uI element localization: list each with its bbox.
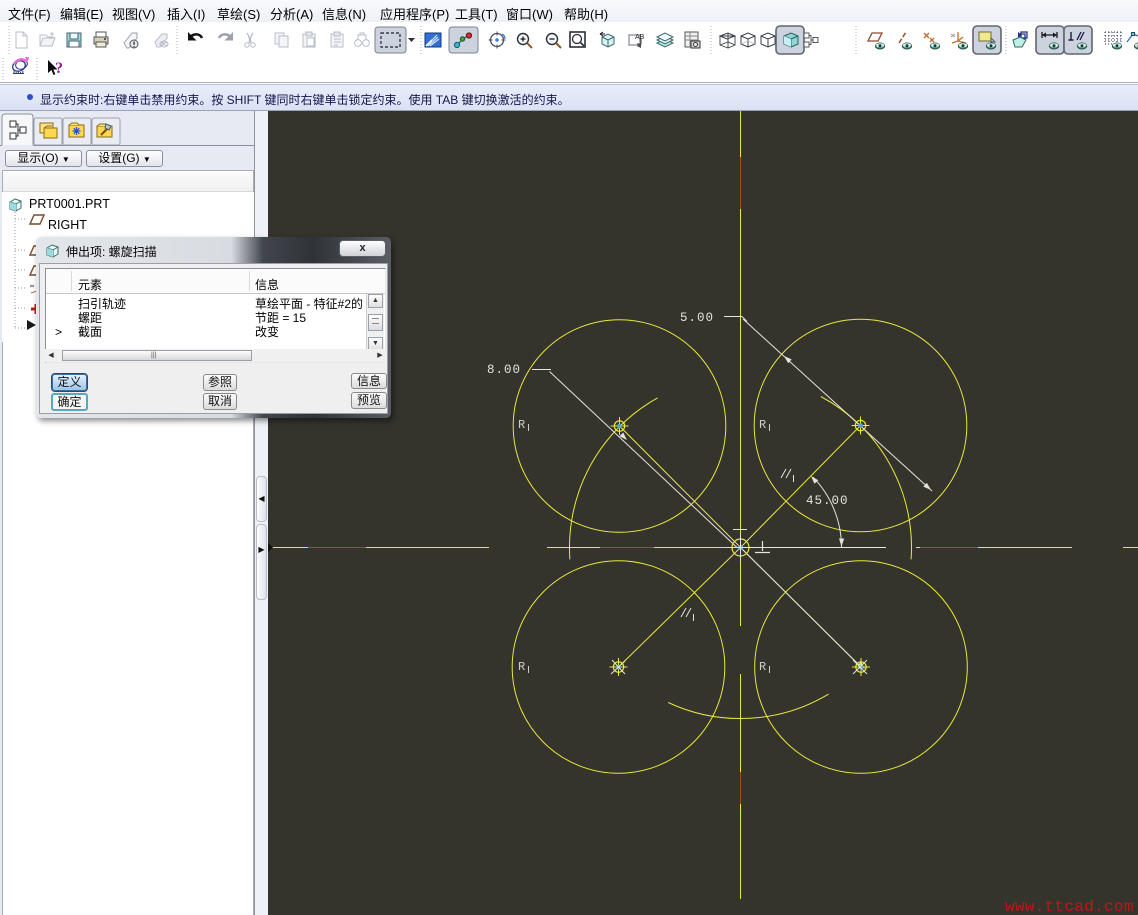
svg-text:8.00: 8.00 — [487, 363, 521, 377]
svg-text:45.00: 45.00 — [806, 494, 849, 508]
svg-text:R: R — [759, 418, 766, 432]
svg-text:R: R — [518, 660, 525, 674]
svg-text:R: R — [518, 418, 525, 432]
svg-text:AB: AB — [635, 34, 645, 41]
svg-text:R: R — [759, 660, 766, 674]
svg-text:www.ttcad.com: www.ttcad.com — [1005, 898, 1134, 915]
svg-text:5.00: 5.00 — [680, 311, 714, 325]
svg-text:?: ? — [55, 60, 63, 77]
svg-text:PRT0001.PRT: PRT0001.PRT — [29, 197, 110, 211]
svg-text:RIGHT: RIGHT — [48, 218, 87, 232]
